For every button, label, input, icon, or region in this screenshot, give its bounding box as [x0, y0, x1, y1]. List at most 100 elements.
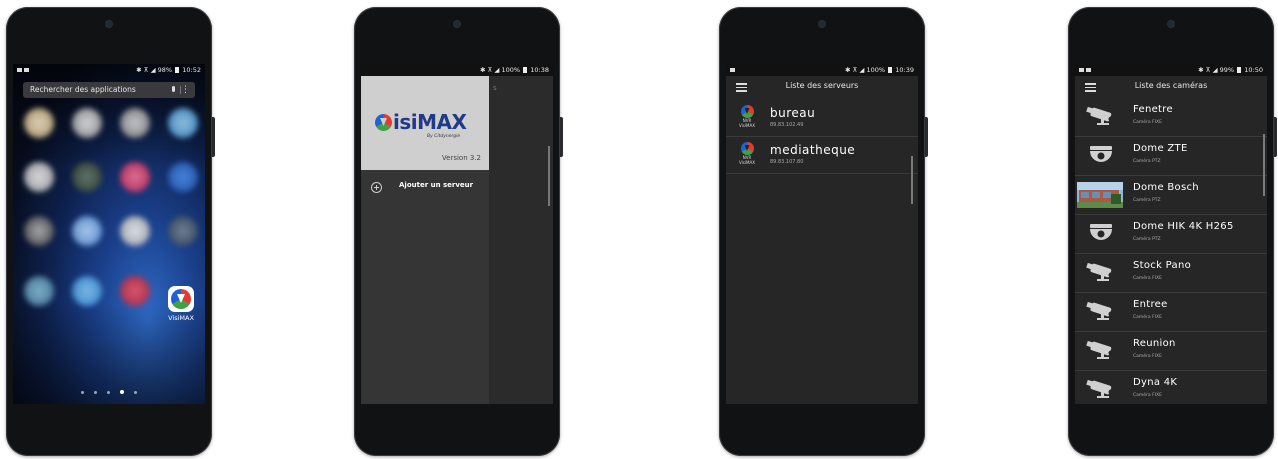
- dome-camera-icon: [1081, 143, 1127, 169]
- app-icon[interactable]: [168, 162, 198, 192]
- logo-subtitle: By Citdynergie: [427, 134, 461, 139]
- camera-row[interactable]: Fenetre Caméra FIXE: [1075, 98, 1267, 137]
- navigation-drawer: isiMAX By Citdynergie Version 3.2 Ajoute…: [361, 76, 489, 404]
- phone-home-screen: ✱ ⊼ ◢ 98% 10:52 Rechercher des applicati…: [6, 7, 215, 456]
- visimax-v-icon: [375, 114, 392, 131]
- page-title: Liste des serveurs: [785, 81, 859, 90]
- add-server-label: Ajouter un serveur: [399, 181, 474, 189]
- camera-row[interactable]: Entree Caméra FIXE: [1075, 293, 1267, 332]
- phone-camera-list-screen: ✱ ⊼ ◢ 99% 10:50 Liste des caméras Fenetr…: [1068, 7, 1277, 456]
- front-camera: [106, 21, 112, 27]
- status-indicators: ✱ ⊼ ◢: [136, 66, 156, 74]
- battery-icon: [1237, 67, 1242, 73]
- app-search-bar[interactable]: Rechercher des applications ⋮: [23, 82, 195, 98]
- status-indicators: ✱ ⊼ ◢: [845, 66, 865, 74]
- front-camera: [819, 21, 825, 27]
- scrollbar[interactable]: [911, 156, 913, 204]
- scrollbar[interactable]: [548, 146, 550, 206]
- visimax-app-shortcut[interactable]: VisiMAX: [164, 286, 198, 322]
- bullet-camera-icon: [1081, 338, 1127, 364]
- camera-type: Caméra FIXE: [1133, 393, 1162, 398]
- page-indicator: [13, 379, 205, 398]
- app-icon[interactable]: [24, 216, 54, 246]
- clock: 10:39: [895, 66, 914, 74]
- bullet-camera-icon: [1081, 104, 1127, 130]
- clock: 10:52: [182, 66, 201, 74]
- camera-row[interactable]: Dome HIK 4K H265 Caméra PTZ: [1075, 215, 1267, 254]
- camera-row[interactable]: Dyna 4K Caméra FIXE: [1075, 371, 1267, 404]
- app-icon[interactable]: [24, 162, 54, 192]
- bullet-camera-icon: [1081, 377, 1127, 403]
- battery-level: 99%: [1219, 66, 1235, 74]
- add-server-menu-item[interactable]: Ajouter un serveur: [361, 180, 489, 196]
- camera-list: Fenetre Caméra FIXE Dome ZTE Caméra PTZ Dome…: [1075, 98, 1267, 404]
- search-placeholder: Rechercher des applications: [30, 85, 136, 94]
- app-icon[interactable]: [120, 108, 150, 138]
- server-list: NVR VisiMAX bureau 89.83.102.49 NVR Visi…: [726, 100, 918, 174]
- server-row[interactable]: NVR VisiMAX mediatheque 89.83.107.80: [726, 137, 918, 174]
- camera-name: Dome HIK 4K H265: [1133, 221, 1234, 232]
- bullet-camera-icon: [1081, 299, 1127, 325]
- add-circle-icon: [371, 182, 382, 193]
- more-options-icon[interactable]: ⋮: [181, 82, 190, 98]
- screen: ✱ ⊼ ◢ 100% 10:39 Liste des serveurs NVR …: [726, 64, 918, 404]
- status-bar: ✱ ⊼ ◢ 99% 10:50: [1075, 64, 1267, 76]
- server-name: bureau: [770, 106, 816, 120]
- camera-row[interactable]: Dome ZTE Caméra PTZ: [1075, 137, 1267, 176]
- bullet-camera-icon: [1081, 260, 1127, 286]
- camera-name: Dome ZTE: [1133, 143, 1188, 154]
- clock: 10:38: [530, 66, 549, 74]
- app-bar: Liste des caméras: [1075, 76, 1267, 98]
- camera-type: Caméra FIXE: [1133, 120, 1162, 125]
- nvr-visimax-icon: NVR VisiMAX: [735, 142, 759, 165]
- microphone-icon[interactable]: [172, 86, 175, 92]
- battery-icon: [888, 67, 893, 73]
- server-row[interactable]: NVR VisiMAX bureau 89.83.102.49: [726, 100, 918, 137]
- app-icon[interactable]: [168, 108, 198, 138]
- page-title: Liste des caméras: [1134, 81, 1208, 90]
- status-bar: ✱ ⊼ ◢ 98% 10:52: [13, 64, 205, 76]
- app-icon[interactable]: [120, 216, 150, 246]
- battery-level: 100%: [866, 66, 886, 74]
- server-name: mediatheque: [770, 143, 856, 157]
- camera-snapshot: [1077, 182, 1123, 208]
- app-icon[interactable]: [72, 216, 102, 246]
- visimax-app-label: VisiMAX: [168, 314, 194, 322]
- app-version: Version 3.2: [441, 154, 481, 162]
- camera-type: Caméra FIXE: [1133, 315, 1162, 320]
- camera-name: Fenetre: [1133, 104, 1173, 115]
- camera-name: Dome Bosch: [1133, 182, 1199, 193]
- battery-level: 98%: [157, 66, 173, 74]
- screen: ✱ ⊼ ◢ 98% 10:52 Rechercher des applicati…: [13, 64, 205, 404]
- app-icon[interactable]: [120, 276, 150, 306]
- camera-type: Caméra PTZ: [1133, 237, 1161, 242]
- camera-type: Caméra FIXE: [1133, 276, 1162, 281]
- phone-server-list-screen: ✱ ⊼ ◢ 100% 10:39 Liste des serveurs NVR …: [719, 7, 928, 456]
- camera-type: Caméra PTZ: [1133, 198, 1161, 203]
- camera-type: Caméra FIXE: [1133, 354, 1162, 359]
- camera-row[interactable]: Stock Pano Caméra FIXE: [1075, 254, 1267, 293]
- camera-type: Caméra PTZ: [1133, 159, 1161, 164]
- app-icon[interactable]: [24, 108, 54, 138]
- drawer-header: isiMAX By Citdynergie Version 3.2: [361, 76, 489, 170]
- app-icon[interactable]: [72, 276, 102, 306]
- scrollbar[interactable]: [1263, 134, 1265, 196]
- app-icon[interactable]: [72, 108, 102, 138]
- app-icon[interactable]: [120, 162, 150, 192]
- camera-name: Reunion: [1133, 338, 1176, 349]
- app-icon[interactable]: [168, 216, 198, 246]
- server-ip: 89.83.102.49: [770, 122, 804, 128]
- app-icon[interactable]: [72, 162, 102, 192]
- camera-name: Stock Pano: [1133, 260, 1192, 271]
- camera-name: Dyna 4K: [1133, 377, 1178, 388]
- visimax-logo: isiMAX: [375, 110, 467, 134]
- camera-row[interactable]: Reunion Caméra FIXE: [1075, 332, 1267, 371]
- visimax-app-icon: [168, 286, 194, 312]
- front-camera: [1168, 21, 1174, 27]
- app-icon[interactable]: [24, 276, 54, 306]
- status-bar: ✱ ⊼ ◢ 100% 10:38: [361, 64, 553, 76]
- screen: ✱ ⊼ ◢ 99% 10:50 Liste des caméras Fenetr…: [1075, 64, 1267, 404]
- phone-drawer-screen: ✱ ⊼ ◢ 100% 10:38 s isiMAX By Citdynergie…: [354, 7, 563, 456]
- status-indicators: ✱ ⊼ ◢: [1198, 66, 1218, 74]
- camera-row[interactable]: Dome Bosch Caméra PTZ: [1075, 176, 1267, 215]
